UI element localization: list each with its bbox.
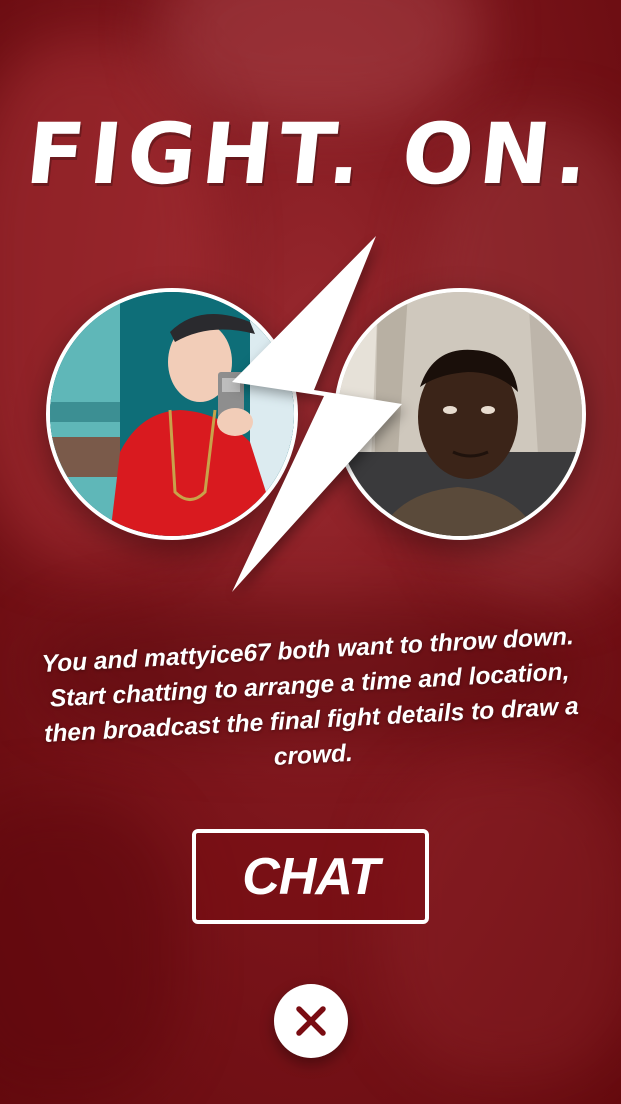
close-icon	[296, 1006, 326, 1036]
chat-button[interactable]: CHAT	[192, 829, 429, 924]
close-button[interactable]	[274, 984, 348, 1058]
match-message: You and mattyice67 both want to throw do…	[41, 623, 580, 771]
match-screen: FIGHT. ON. You and mattyice67 both want …	[0, 0, 621, 1104]
fight-on-headline: FIGHT. ON.	[21, 105, 600, 203]
lightning-bolt-icon	[232, 236, 402, 592]
